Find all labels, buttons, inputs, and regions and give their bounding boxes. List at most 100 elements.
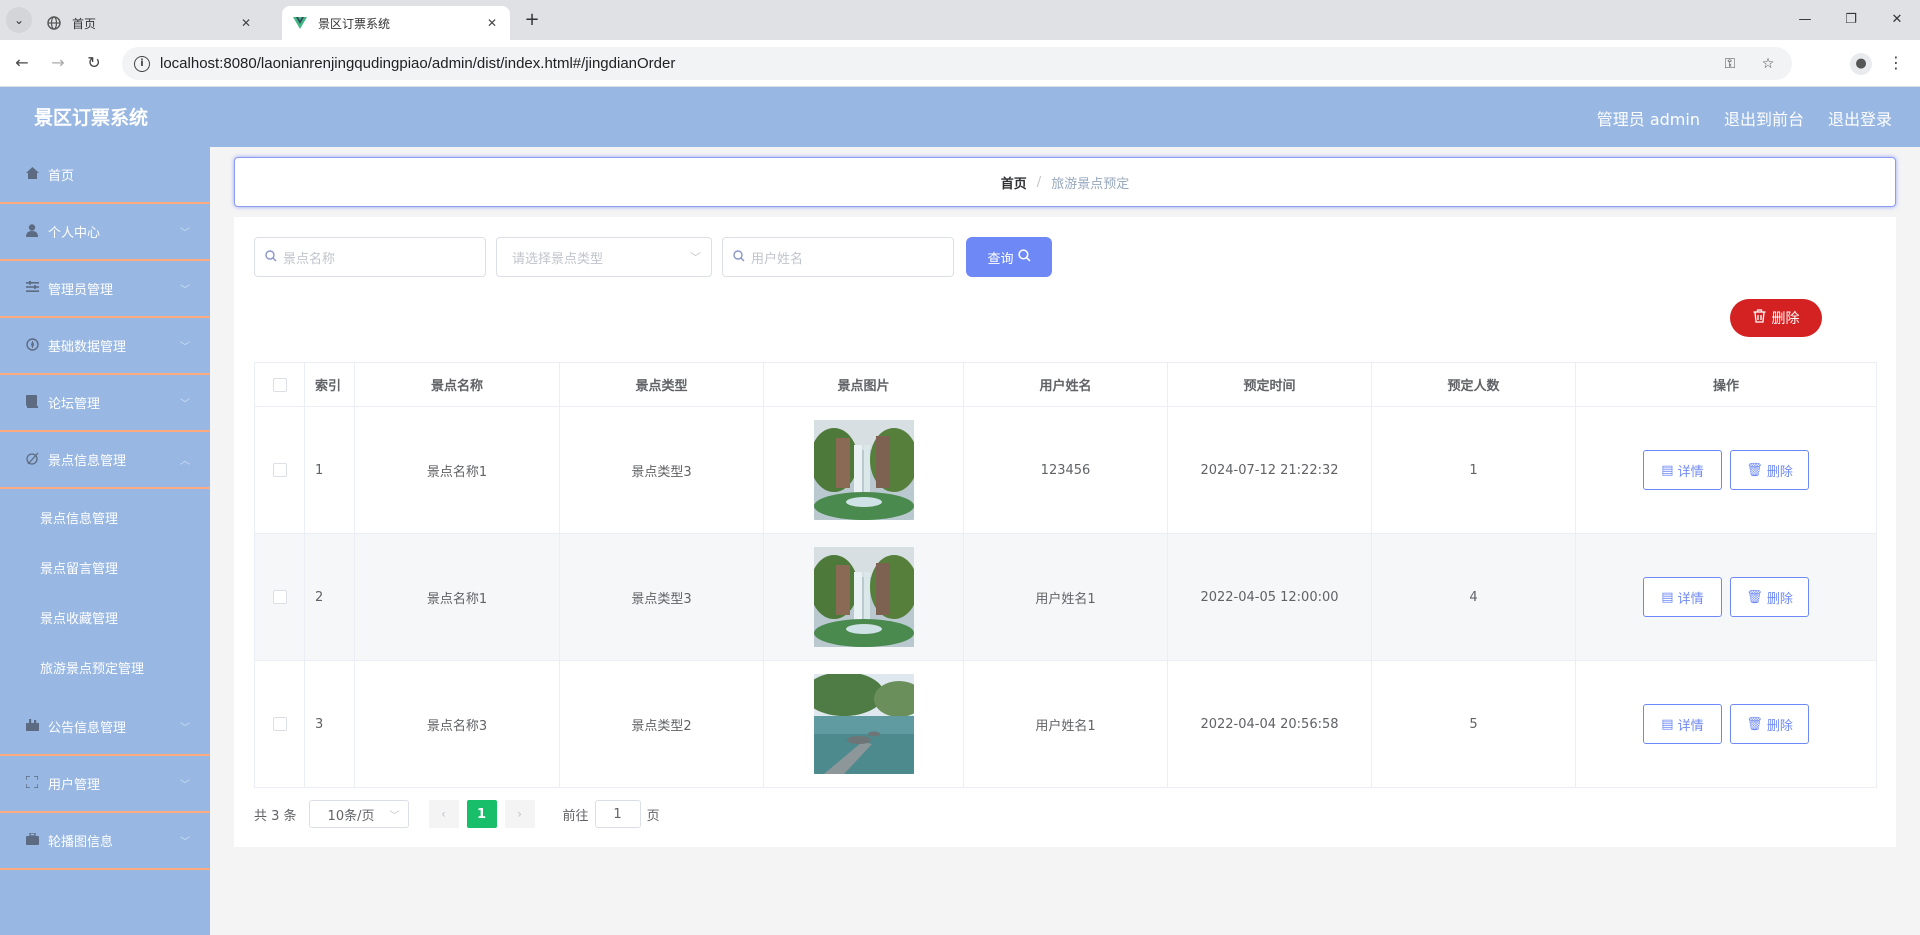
lake-image[interactable]: [813, 674, 914, 774]
row-checkbox[interactable]: [272, 590, 287, 604]
breadcrumb-home[interactable]: 首页: [1001, 173, 1027, 192]
sidebar-item-label: 用户管理: [48, 778, 101, 793]
booking-time-cell: 2022-04-05 12:00:00: [1167, 533, 1372, 661]
select-all-cell: [254, 362, 305, 407]
browser-tabstrip: ⌄ 首页 ✕ 景区订票系统 ✕ + — ❐ ✕: [0, 0, 1920, 40]
restore-icon[interactable]: ❐: [1836, 8, 1866, 32]
booking-time-cell: 2022-04-04 20:56:58: [1167, 660, 1372, 788]
detail-button[interactable]: ▤ 详情: [1642, 450, 1722, 490]
site-info-icon[interactable]: i: [134, 55, 150, 72]
detail-button[interactable]: ▤ 详情: [1642, 577, 1722, 617]
browser-menu-icon[interactable]: ⋮: [1886, 52, 1906, 74]
back-arrow-icon[interactable]: ←: [10, 51, 34, 75]
sidebar-item-forum[interactable]: 论坛管理 ﹀: [0, 375, 210, 432]
user-name-input[interactable]: 用户姓名: [722, 237, 954, 277]
sidebar-item-admin[interactable]: 管理员管理 ﹀: [0, 261, 210, 318]
close-icon[interactable]: ✕: [238, 16, 254, 30]
trash-icon: 🗑: [1746, 589, 1763, 605]
column-header: 景点名称: [354, 362, 560, 407]
delete-label: 删除: [1766, 718, 1793, 734]
breadcrumb: 首页 / 旅游景点预定: [234, 157, 1896, 207]
prev-page-button[interactable]: ‹: [428, 800, 459, 828]
waterfall-image[interactable]: [813, 420, 914, 520]
sidebar-item-notice[interactable]: 公告信息管理 ﹀: [0, 699, 210, 756]
waterfall-image[interactable]: [813, 547, 914, 647]
index-cell: 1: [304, 406, 355, 534]
scenic-name-input[interactable]: 景点名称: [254, 237, 486, 277]
go-frontend-link[interactable]: 退出到前台: [1724, 106, 1804, 130]
next-page-button[interactable]: ›: [504, 800, 535, 828]
sidebar-item-scenic[interactable]: 景点信息管理 ︿: [0, 432, 210, 489]
forward-arrow-icon[interactable]: →: [46, 51, 70, 75]
minimize-icon[interactable]: —: [1790, 8, 1820, 32]
chevron-left-icon: ‹: [441, 807, 446, 821]
sidebar-item-label: 论坛管理: [48, 397, 101, 412]
page-size-select[interactable]: 10条/页 ﹀: [308, 800, 409, 828]
sidebar-item-carousel[interactable]: 轮播图信息 ﹀: [0, 813, 210, 870]
key-icon[interactable]: ⚿: [1718, 56, 1742, 72]
query-button[interactable]: 查询: [966, 237, 1052, 277]
tab-search-chevron-icon[interactable]: ⌄: [6, 7, 32, 33]
browser-tab-active[interactable]: 景区订票系统 ✕: [282, 6, 510, 40]
sidebar-item-home[interactable]: 首页: [0, 147, 210, 204]
reload-icon[interactable]: ↻: [82, 51, 106, 75]
goto-page-input[interactable]: 1: [594, 800, 641, 828]
row-select-cell: [254, 533, 305, 661]
address-bar[interactable]: i localhost:8080/laonianrenjingqudingpia…: [122, 47, 1792, 80]
scenic-type-select[interactable]: 请选择景点类型 ﹀: [496, 237, 712, 277]
url-text: localhost:8080/laonianrenjingqudingpiao/…: [160, 55, 676, 72]
main-content: 首页 / 旅游景点预定 景点名称 请选择景点类型 ﹀ 用户姓名 查询 删除 索引…: [210, 147, 1920, 935]
row-checkbox[interactable]: [272, 717, 287, 731]
logout-link[interactable]: 退出登录: [1828, 106, 1892, 130]
user-name-placeholder: 用户姓名: [751, 251, 804, 267]
row-delete-button[interactable]: 🗑 删除: [1730, 450, 1810, 490]
row-delete-button[interactable]: 🗑 删除: [1730, 577, 1810, 617]
chevron-up-icon: ︿: [180, 456, 190, 467]
chevron-down-icon: ﹀: [180, 342, 190, 353]
batch-delete-button[interactable]: 删除: [1730, 299, 1822, 337]
bookmark-star-icon[interactable]: ☆: [1756, 56, 1780, 72]
close-icon[interactable]: ✕: [484, 16, 500, 30]
booking-time-cell: 2024-07-12 21:22:32: [1167, 406, 1372, 534]
sidebar-item-profile[interactable]: 个人中心 ﹀: [0, 204, 210, 261]
column-header: 预定时间: [1167, 362, 1372, 407]
sidebar-item-users[interactable]: 用户管理 ﹀: [0, 756, 210, 813]
page-number-current[interactable]: 1: [466, 800, 497, 828]
sidebar-item-label: 景点信息管理: [48, 454, 127, 469]
select-all-checkbox[interactable]: [272, 377, 287, 392]
column-header: 索引: [304, 362, 355, 407]
search-icon: [1017, 248, 1031, 266]
sidebar-item-label: 公告信息管理: [48, 721, 127, 736]
home-icon: [24, 167, 40, 182]
sidebar-item-basic-data[interactable]: 基础数据管理 ﹀: [0, 318, 210, 375]
column-header: 操作: [1575, 362, 1877, 407]
app-header: 景区订票系统 管理员 admin 退出到前台 退出登录: [0, 87, 1920, 147]
profile-avatar-icon[interactable]: ●: [1850, 53, 1872, 75]
window-close-icon[interactable]: ✕: [1882, 8, 1912, 32]
row-delete-button[interactable]: 🗑 删除: [1730, 704, 1810, 744]
admin-user-label[interactable]: 管理员 admin: [1597, 106, 1700, 130]
goto-prefix: 前往: [562, 808, 589, 824]
new-tab-plus-icon[interactable]: +: [520, 8, 544, 32]
scenic-name-cell: 景点名称1: [354, 406, 560, 534]
delete-label: 删除: [1766, 591, 1793, 607]
submenu-item-scenic-comments[interactable]: 景点留言管理: [0, 542, 210, 592]
chevron-down-icon: ﹀: [180, 399, 190, 410]
detail-button[interactable]: ▤ 详情: [1642, 704, 1722, 744]
search-icon: [265, 249, 277, 265]
row-checkbox[interactable]: [272, 463, 287, 477]
browser-tab-home[interactable]: 首页 ✕: [36, 6, 264, 40]
delete-label: 删除: [1766, 464, 1793, 480]
submenu-item-scenic-booking[interactable]: 旅游景点预定管理: [0, 642, 210, 692]
chevron-down-icon: ﹀: [180, 723, 190, 734]
submenu-item-scenic-favorites[interactable]: 景点收藏管理: [0, 592, 210, 642]
column-header: 景点类型: [559, 362, 764, 407]
breadcrumb-separator: /: [1036, 174, 1042, 190]
app-title: 景区订票系统: [34, 107, 149, 129]
booking-table: 索引 景点名称 景点类型 景点图片 用户姓名 预定时间 预定人数 操作 1 景点…: [254, 362, 1877, 788]
submenu-item-scenic-info[interactable]: 景点信息管理: [0, 492, 210, 542]
goto-suffix: 页: [646, 808, 660, 824]
chevron-down-icon: ﹀: [690, 251, 701, 264]
book-icon: [24, 394, 40, 411]
detail-label: 详情: [1677, 464, 1704, 480]
